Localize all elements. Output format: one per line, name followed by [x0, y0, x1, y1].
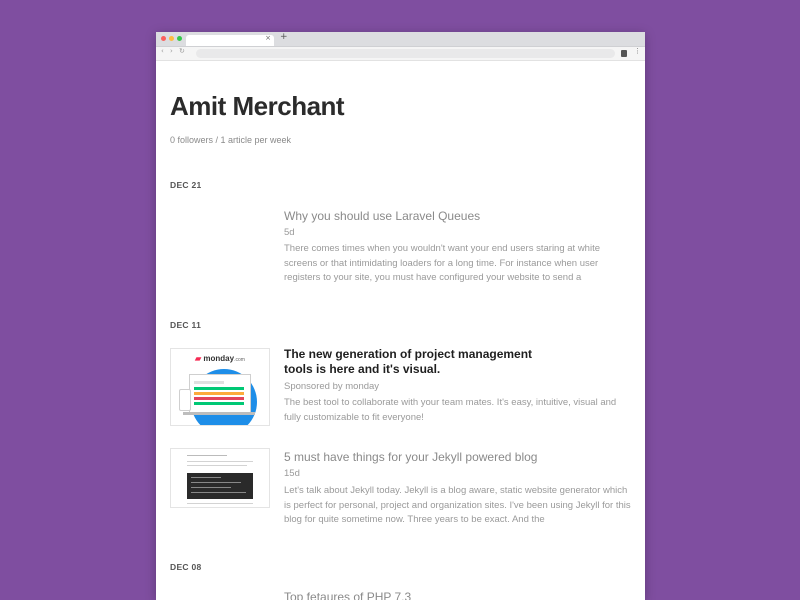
date-header: DEC 11: [170, 320, 202, 330]
date-header: DEC 21: [170, 180, 202, 190]
browser-toolbar: ‹ › ↻ ⋮: [156, 47, 645, 61]
article-age: 15d: [284, 468, 300, 479]
article-title[interactable]: 5 must have things for your Jekyll power…: [284, 450, 537, 464]
address-bar[interactable]: [196, 49, 615, 58]
profile-name: Amit Merchant: [170, 91, 345, 121]
monday-ad-thumbnail[interactable]: ▰ monday.com: [170, 348, 270, 426]
browser-tab[interactable]: ×: [186, 34, 274, 46]
profile-stats: 0 followers / 1 article per week: [170, 135, 292, 145]
sponsor-label: Sponsored by monday: [284, 381, 380, 392]
tab-strip: × +: [156, 32, 645, 47]
jekyll-article-thumbnail[interactable]: [170, 448, 270, 508]
article-excerpt[interactable]: Let's talk about Jekyll today. Jekyll is…: [284, 484, 634, 528]
window-controls: [161, 36, 182, 41]
browser-window: × + ‹ › ↻ ⋮ Amit Merchant 0 followers / …: [156, 32, 645, 600]
back-icon[interactable]: ‹: [161, 47, 164, 55]
phone-illustration: [179, 389, 191, 411]
sponsored-excerpt[interactable]: The best tool to collaborate with your t…: [284, 396, 634, 425]
forward-icon[interactable]: ›: [170, 47, 173, 55]
article-age: 5d: [284, 227, 295, 238]
laptop-screen-illustration: [189, 374, 251, 414]
article-title[interactable]: Top fetaures of PHP 7.3: [284, 590, 411, 600]
new-tab-button[interactable]: +: [280, 32, 288, 42]
sponsored-title[interactable]: The new generation of project management…: [284, 347, 554, 377]
code-block-illustration: [187, 473, 253, 499]
page-content: Amit Merchant 0 followers / 1 article pe…: [156, 60, 645, 600]
close-window-button[interactable]: [161, 36, 166, 41]
monday-logo: ▰ monday.com: [195, 354, 245, 363]
extension-icon[interactable]: [621, 50, 627, 57]
minimize-window-button[interactable]: [169, 36, 174, 41]
laptop-base-illustration: [183, 412, 255, 415]
tab-close-icon[interactable]: ×: [265, 34, 271, 42]
date-header: DEC 08: [170, 562, 202, 572]
reload-icon[interactable]: ↻: [179, 47, 185, 55]
article-title[interactable]: Why you should use Laravel Queues: [284, 209, 480, 223]
browser-menu-icon[interactable]: ⋮: [634, 47, 641, 55]
monday-logo-icon: ▰: [195, 354, 202, 363]
maximize-window-button[interactable]: [177, 36, 182, 41]
monday-logo-text: monday: [203, 354, 235, 363]
monday-logo-suffix: .com: [234, 357, 245, 363]
article-excerpt[interactable]: There comes times when you wouldn't want…: [284, 242, 634, 286]
